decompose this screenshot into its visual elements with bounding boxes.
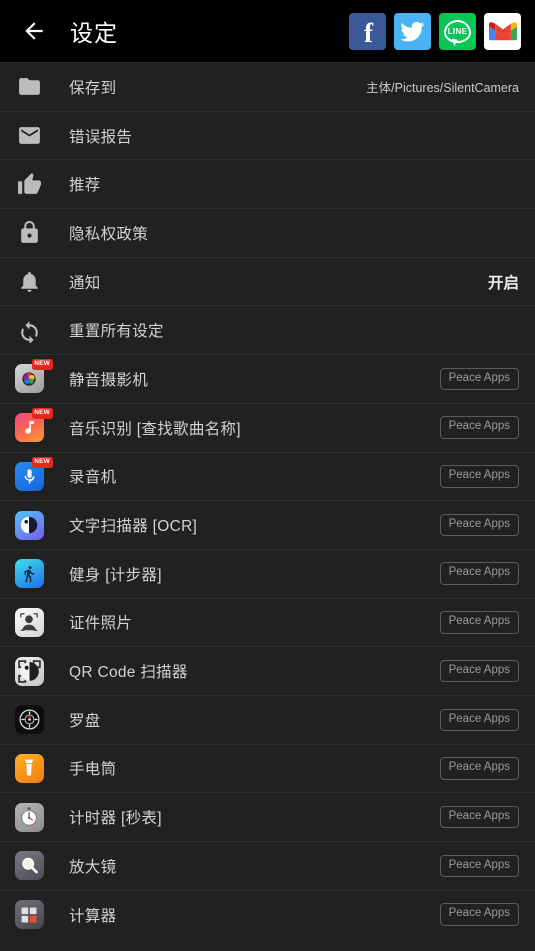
peace-apps-button[interactable]: Peace Apps [439, 513, 519, 537]
row-label: 录音机 [69, 469, 117, 487]
row-label: 隐私权政策 [69, 225, 149, 243]
microphone-icon: NEW [14, 456, 53, 491]
row-label: 放大镜 [69, 858, 117, 876]
peace-apps-button[interactable]: Peace Apps [439, 708, 519, 732]
running-person-icon [14, 559, 44, 589]
bell-icon [14, 267, 44, 297]
row-label: 计算器 [69, 907, 117, 925]
peace-apps-button[interactable]: Peace Apps [439, 562, 519, 585]
gmail-envelope-icon [488, 21, 517, 40]
app-row-qr-scanner[interactable]: QR Code 扫描器 Peace Apps [0, 646, 535, 695]
back-arrow-icon [25, 22, 43, 40]
line-icon[interactable]: LINE [439, 12, 476, 50]
peace-apps-button[interactable]: Peace Apps [439, 805, 519, 829]
new-badge: NEW [31, 359, 53, 371]
back-button[interactable] [14, 11, 54, 51]
row-label: 重置所有设定 [69, 323, 164, 341]
peace-apps-button[interactable]: Peace Apps [439, 611, 519, 634]
app-row-magnifier[interactable]: 放大镜 Peace Apps [0, 841, 535, 890]
peace-apps-button[interactable]: Peace Apps [439, 416, 519, 439]
line-label: LINE [447, 26, 468, 36]
refresh-icon [14, 315, 44, 345]
row-label: 罗盘 [69, 712, 101, 730]
music-note-icon: NEW [14, 408, 53, 443]
peace-apps-button[interactable]: Peace Apps [439, 465, 519, 488]
row-label: 文字扫描器 [OCR] [69, 518, 198, 536]
page-title: 设定 [70, 20, 118, 46]
row-label: 手电筒 [69, 761, 117, 779]
settings-row-recommend[interactable]: 推荐 [0, 159, 535, 209]
row-label: 保存到 [69, 79, 117, 97]
row-label: 推荐 [69, 177, 101, 195]
peace-apps-button[interactable]: Peace Apps [439, 903, 519, 926]
app-row-calculator[interactable]: 计算器 Peace Apps [0, 889, 535, 939]
app-row-compass[interactable]: 罗盘 Peace Apps [0, 694, 535, 744]
line-bubble-icon: LINE [444, 19, 471, 43]
qr-code-icon [14, 656, 44, 686]
new-badge: NEW [31, 456, 53, 468]
peace-apps-button[interactable]: Peace Apps [439, 367, 519, 391]
new-badge: NEW [31, 408, 53, 420]
row-label: 计时器 [秒表] [69, 810, 162, 828]
row-label: 证件照片 [69, 615, 133, 633]
peace-apps-button[interactable]: Peace Apps [439, 659, 519, 683]
social-share-group: f LINE [349, 12, 525, 50]
flashlight-icon [14, 753, 44, 783]
app-row-flashlight[interactable]: 手电筒 Peace Apps [0, 743, 535, 793]
settings-row-save-to[interactable]: 保存到 主体/Pictures/SilentCamera [0, 62, 535, 111]
envelope-icon [14, 121, 44, 151]
row-label: 健身 [计步器] [69, 566, 162, 584]
facebook-icon[interactable]: f [349, 12, 386, 50]
thumbs-up-icon [14, 169, 44, 199]
app-row-music-recognition[interactable]: NEW 音乐识别 [查找歌曲名称] Peace Apps [0, 402, 535, 452]
lock-icon [14, 218, 44, 248]
row-value: 主体/Pictures/SilentCamera [366, 81, 519, 96]
row-label: QR Code 扫描器 [69, 664, 188, 682]
settings-row-bug-report[interactable]: 错误报告 [0, 110, 535, 160]
id-photo-icon [14, 607, 44, 637]
twitter-bird-icon [400, 21, 425, 41]
app-row-id-photo[interactable]: 证件照片 Peace Apps [0, 597, 535, 647]
twitter-icon[interactable] [394, 12, 431, 50]
stopwatch-icon [14, 802, 44, 832]
row-label: 通知 [69, 274, 101, 292]
facebook-glyph: f [364, 17, 373, 48]
notification-status: 开启 [487, 274, 519, 292]
row-label: 音乐识别 [查找歌曲名称] [69, 420, 241, 438]
row-label: 静音摄影机 [69, 371, 149, 389]
settings-row-reset-all[interactable]: 重置所有设定 [0, 305, 535, 355]
folder-icon [14, 72, 44, 102]
app-header: 设定 f LINE [0, 0, 535, 62]
app-row-silent-camera[interactable]: NEW 静音摄影机 Peace Apps [0, 354, 535, 403]
peace-apps-button[interactable]: Peace Apps [439, 854, 519, 878]
app-row-text-scanner[interactable]: 文字扫描器 [OCR] Peace Apps [0, 500, 535, 549]
peace-apps-button[interactable]: Peace Apps [439, 757, 519, 780]
settings-row-privacy-policy[interactable]: 隐私权政策 [0, 208, 535, 257]
settings-row-notification[interactable]: 通知 开启 [0, 256, 535, 306]
row-label: 错误报告 [69, 128, 133, 146]
silent-camera-icon: NEW [14, 359, 53, 394]
settings-scroll-area[interactable]: 保存到 主体/Pictures/SilentCamera 错误报告 推荐 隐私权… [0, 62, 535, 951]
calculator-icon [14, 900, 44, 930]
compass-icon [14, 705, 44, 735]
gmail-icon[interactable] [484, 12, 521, 50]
ocr-scanner-icon [14, 510, 44, 540]
app-row-fitness[interactable]: 健身 [计步器] Peace Apps [0, 548, 535, 598]
app-row-stopwatch[interactable]: 计时器 [秒表] Peace Apps [0, 792, 535, 841]
magnifier-icon [14, 851, 44, 881]
app-row-voice-recorder[interactable]: NEW 录音机 Peace Apps [0, 451, 535, 501]
